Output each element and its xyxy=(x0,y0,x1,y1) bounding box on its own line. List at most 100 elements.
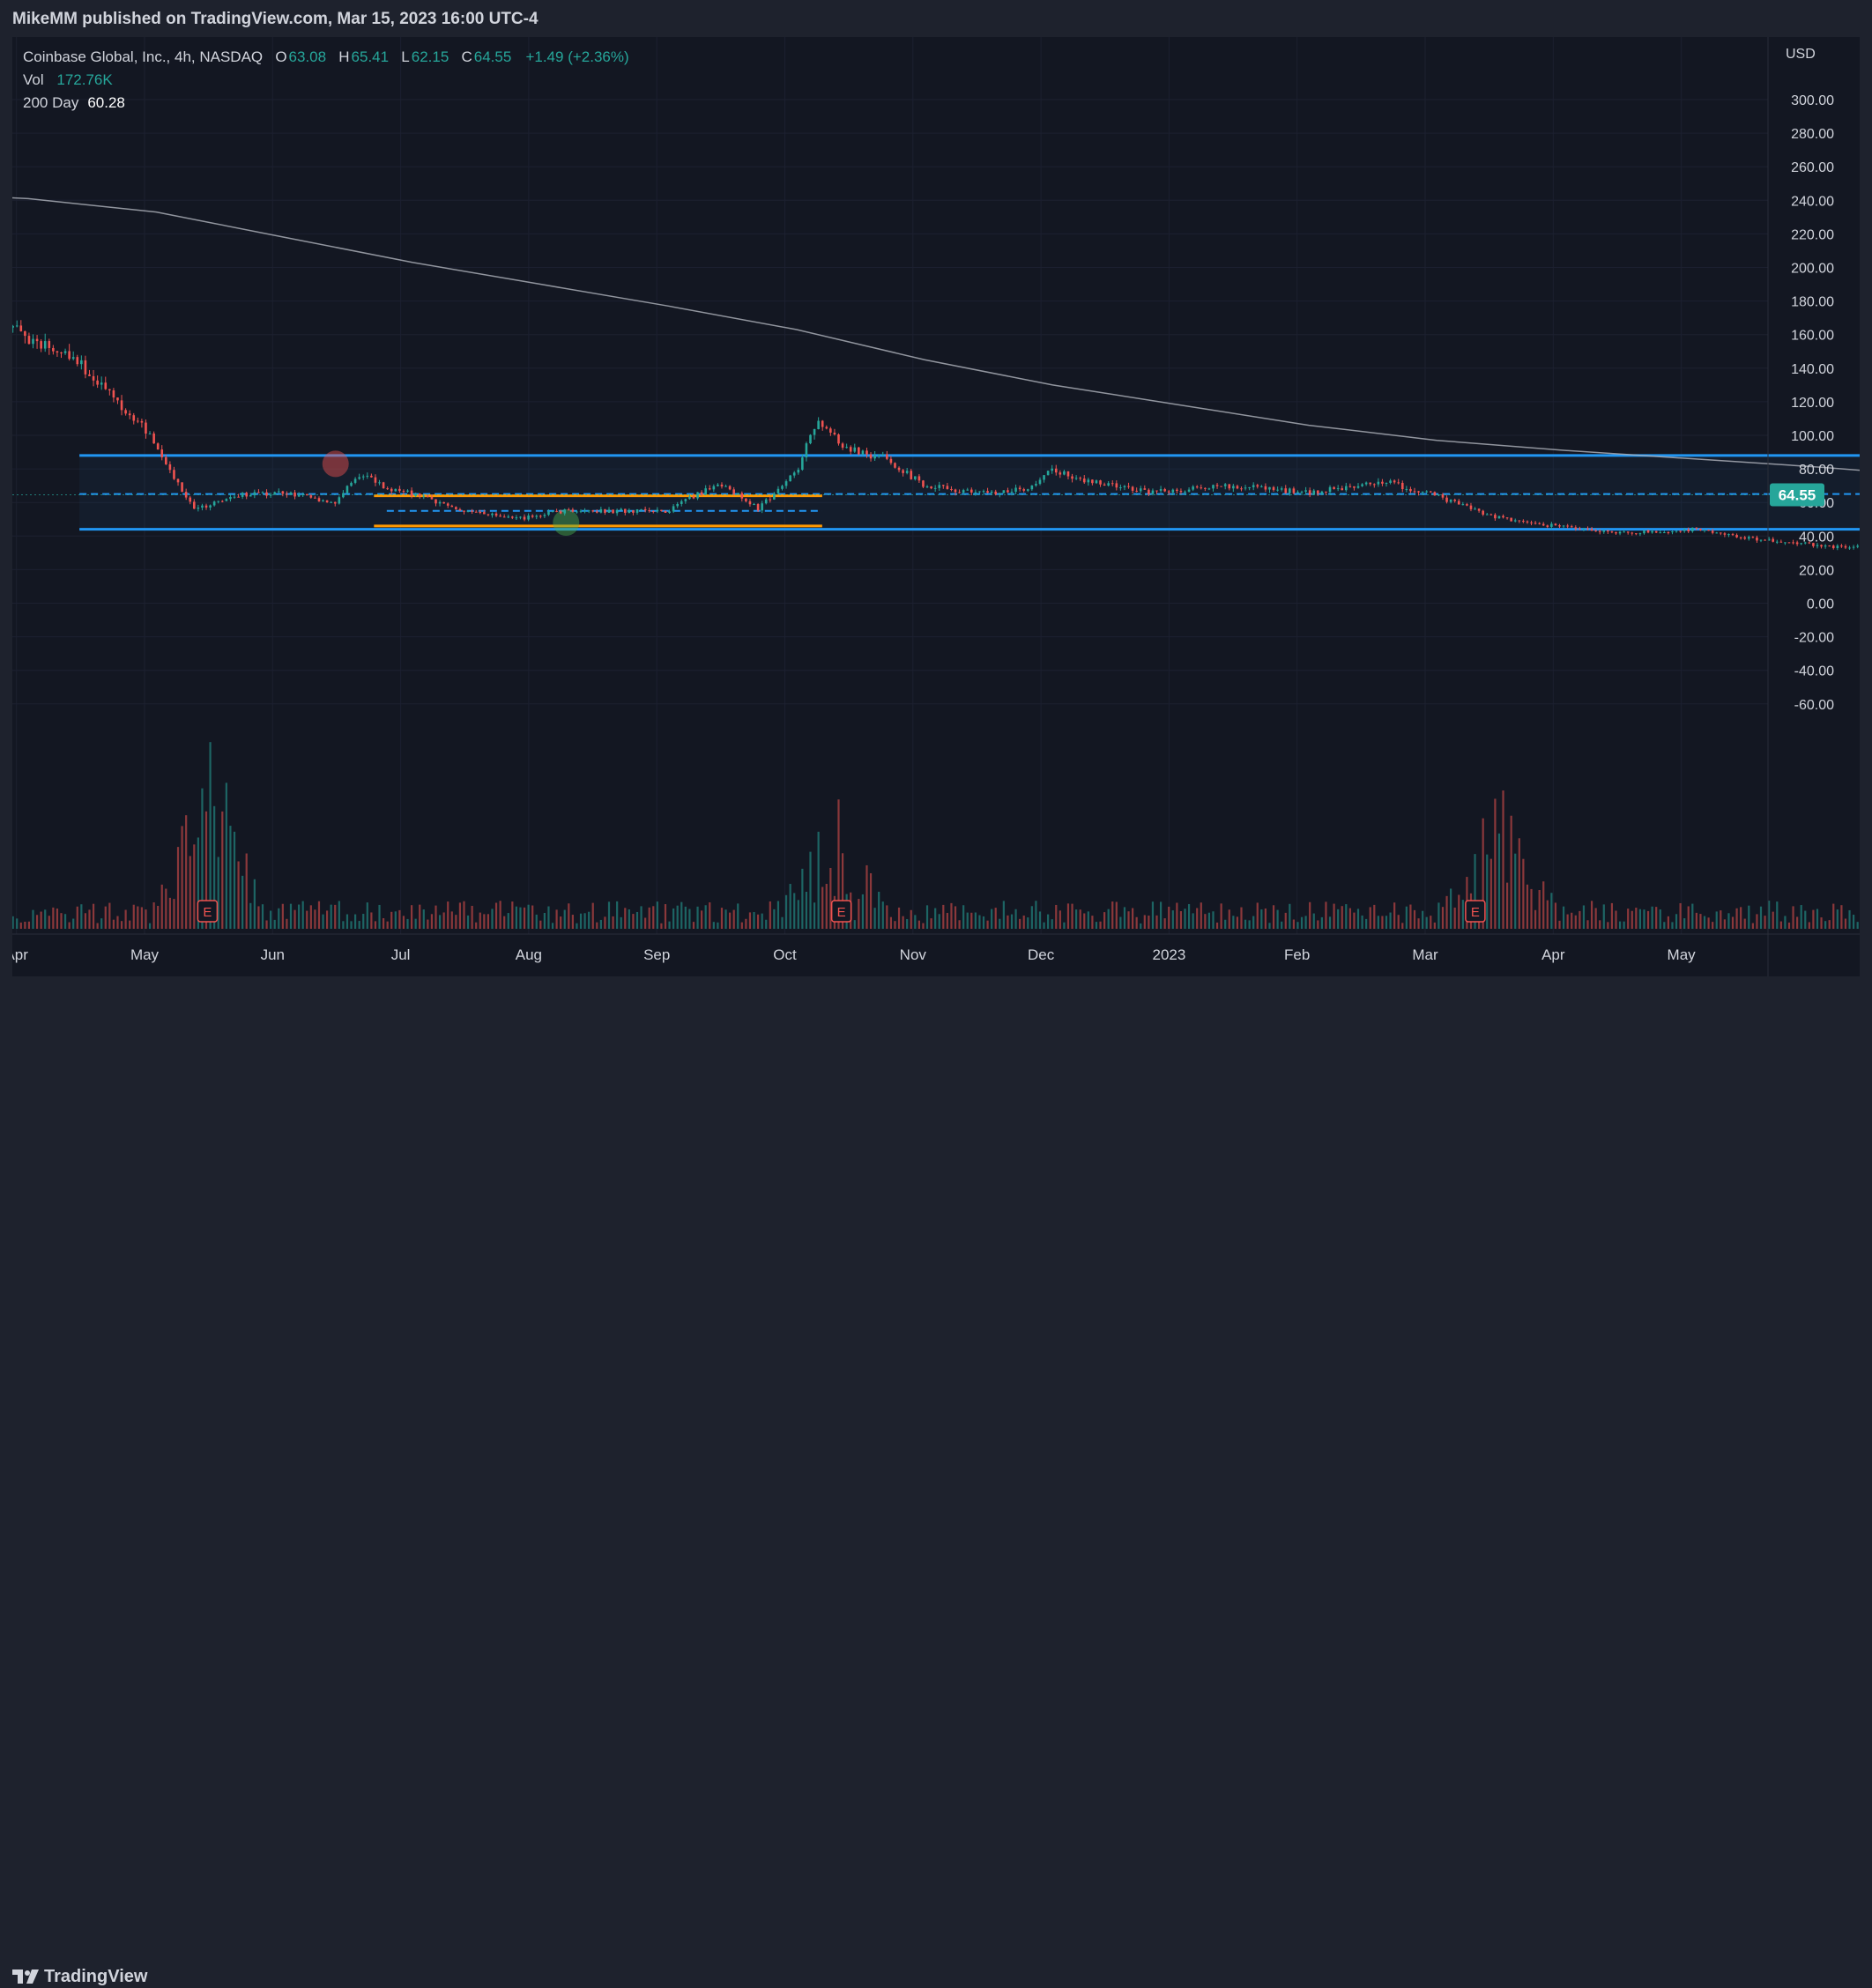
volume-bar xyxy=(447,901,449,929)
candle-body xyxy=(551,510,554,512)
candle-body xyxy=(700,492,703,495)
candle-body xyxy=(1831,545,1835,549)
volume-bar xyxy=(966,912,969,929)
volume-bar xyxy=(1486,854,1489,929)
volume-bar xyxy=(1409,904,1412,929)
volume-bar xyxy=(1140,923,1142,929)
candle-body xyxy=(1856,545,1859,547)
candle-body xyxy=(736,493,739,494)
symbol-name: Coinbase Global, Inc., 4h, NASDAQ xyxy=(23,48,264,65)
candle-body xyxy=(1280,488,1283,490)
volume-bar xyxy=(1002,901,1005,929)
candle-body xyxy=(418,493,421,497)
volume-bar xyxy=(1071,903,1073,929)
candle-body xyxy=(487,514,490,516)
candle-body xyxy=(145,422,147,434)
volume-bar xyxy=(124,909,127,929)
volume-bar xyxy=(27,921,31,929)
volume-bar xyxy=(63,914,67,929)
candle-body xyxy=(740,493,744,499)
candle-body xyxy=(1570,526,1573,528)
volume-bar xyxy=(809,851,812,929)
candle-body xyxy=(978,491,981,493)
volume-bar xyxy=(257,906,260,929)
candle-body xyxy=(607,509,611,513)
volume-bar xyxy=(1445,895,1448,929)
candle-body xyxy=(1505,517,1509,519)
volume-bar xyxy=(1720,910,1722,929)
candle-body xyxy=(756,504,760,511)
volume-bar xyxy=(435,905,437,929)
volume-bar xyxy=(80,904,83,929)
volume-bar xyxy=(1292,919,1295,929)
candle-body xyxy=(1372,484,1376,486)
volume-bar xyxy=(1695,912,1697,929)
volume-bar xyxy=(92,903,95,929)
chart-frame[interactable]: (1)(2)(3)(4)(5) EEEEE USD 300.00280.0026… xyxy=(12,37,1860,976)
volume-bar xyxy=(1453,907,1456,929)
candle-body xyxy=(1123,486,1126,488)
candle-body xyxy=(1043,475,1045,480)
volume-bar xyxy=(1260,909,1263,929)
candle-body xyxy=(1256,485,1259,487)
candle-body xyxy=(910,471,913,479)
price-chart[interactable]: (1)(2)(3)(4)(5) EEEEE USD 300.00280.0026… xyxy=(12,37,1860,976)
candle-body xyxy=(753,504,755,506)
candle-body xyxy=(229,496,232,500)
candle-body xyxy=(1139,488,1142,492)
tradingview-logo[interactable]: TradingView xyxy=(12,1965,147,1988)
candle-body xyxy=(63,351,67,353)
candle-body xyxy=(76,357,79,365)
candle-body xyxy=(181,482,183,493)
volume-bar xyxy=(958,920,961,929)
volume-bar xyxy=(1820,917,1823,929)
candle-body xyxy=(1550,523,1553,527)
candle-body xyxy=(1626,531,1630,533)
volume-bar xyxy=(1679,902,1682,929)
volume-bar xyxy=(1038,911,1042,929)
volume-bar xyxy=(427,919,429,929)
volume-bar xyxy=(1530,888,1533,929)
volume-bar xyxy=(1103,912,1106,929)
volume-bar xyxy=(740,922,743,929)
volume-bar xyxy=(16,918,19,929)
volume-bar xyxy=(579,913,583,929)
volume-bar xyxy=(660,923,663,929)
volume-bar xyxy=(100,918,103,929)
candle-body xyxy=(576,511,578,513)
volume-bar xyxy=(354,914,357,929)
volume-bar xyxy=(934,908,937,929)
volume-bar xyxy=(1776,901,1779,929)
candle-body xyxy=(1590,529,1593,531)
pivot-low-circle xyxy=(553,509,580,537)
volume-bar xyxy=(1095,922,1098,929)
candle-body xyxy=(1413,491,1416,493)
candle-body xyxy=(1328,486,1332,493)
pivot-high-circle xyxy=(322,450,349,478)
candle-body xyxy=(680,501,683,504)
candle-body xyxy=(1200,487,1203,489)
volume-bar xyxy=(551,923,554,929)
volume-bar xyxy=(261,904,264,929)
volume-bar xyxy=(1377,916,1379,929)
candle-body xyxy=(1007,490,1009,493)
volume-bar xyxy=(52,907,55,929)
volume-bar xyxy=(519,907,522,929)
candle-body xyxy=(660,509,663,511)
candle-body xyxy=(623,508,627,513)
volume-bar xyxy=(761,913,763,929)
volume-bar xyxy=(145,909,147,929)
volume-bar xyxy=(523,907,526,929)
volume-bar xyxy=(44,909,47,929)
candle-body xyxy=(1409,488,1412,492)
volume-bar xyxy=(635,911,639,929)
volume-bar xyxy=(503,916,506,929)
candle-body xyxy=(821,420,824,427)
candle-body xyxy=(100,382,103,385)
candle-body xyxy=(442,501,445,504)
candle-body xyxy=(128,413,131,416)
candle-body xyxy=(805,443,808,458)
volume-bar xyxy=(88,909,91,929)
candle-body xyxy=(1308,490,1311,495)
volume-bar xyxy=(1389,912,1392,929)
